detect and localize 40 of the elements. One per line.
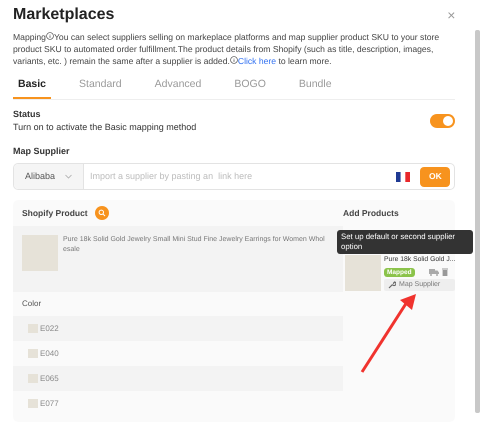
supplier-link-field[interactable]: Alibaba Import a supplier by pasting an link here OK (13, 163, 456, 190)
tab[interactable]: Bundle (294, 77, 337, 99)
info-icon (46, 32, 54, 40)
trash-icon[interactable] (442, 268, 448, 276)
dialog-title: Marketplaces (13, 5, 114, 25)
status-toggle[interactable] (430, 114, 456, 128)
learn-more-link[interactable]: Click here (238, 56, 276, 66)
chevron-down-icon (65, 174, 72, 180)
truck-icon[interactable] (428, 268, 439, 276)
product-photo-placeholder (28, 399, 38, 408)
product-photo-placeholder (28, 324, 38, 334)
status-title: Status (13, 108, 42, 121)
wrench-icon (388, 281, 396, 290)
variant-label: E077 (40, 398, 59, 410)
close-button[interactable]: × (447, 8, 456, 22)
platform-select[interactable]: Alibaba (14, 164, 84, 190)
info-icon (230, 56, 238, 64)
search-icon (98, 209, 106, 218)
variant-label: E065 (40, 372, 59, 385)
variant-heading: Color (21, 298, 42, 310)
variant-label: E040 (40, 348, 59, 360)
tab[interactable]: Basic (13, 77, 52, 99)
search-button[interactable] (94, 206, 109, 220)
product-photo-placeholder (22, 235, 58, 272)
shopify-product-heading: Shopify Product (22, 206, 88, 220)
intro-paragraph: Mapping You can select suppliers selling on markeplace platforms and map supplier product SKU to your store product SKU to automated order fulfillment.The product details from Shopify (such as title, description, images, variants, etc. ) remain the same after a supplier is added. Click here to learn more. (13, 31, 440, 67)
product-photo-placeholder (28, 349, 38, 358)
ok-button[interactable]: OK (420, 166, 450, 187)
tab[interactable]: BOGO (229, 77, 271, 99)
link-input[interactable]: Import a supplier by pasting an link here (84, 170, 396, 184)
scrollbar[interactable] (475, 30, 480, 413)
product-photo-placeholder (28, 374, 38, 384)
tab[interactable]: Advanced (150, 77, 206, 99)
add-products-heading: Add Products (343, 206, 399, 220)
flag-icon (396, 172, 410, 182)
variant-label: E022 (40, 322, 59, 335)
tab[interactable]: Standard (74, 77, 127, 99)
product-photo-placeholder (345, 255, 381, 292)
map-supplier-title: Map Supplier (13, 144, 71, 158)
status-description: Turn on to activate the Basic mapping method (13, 121, 196, 134)
